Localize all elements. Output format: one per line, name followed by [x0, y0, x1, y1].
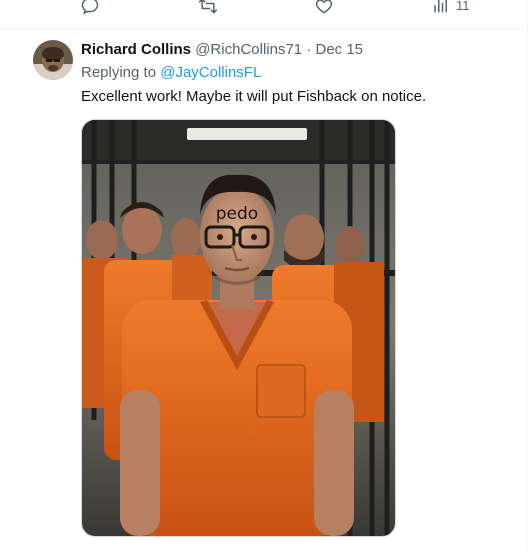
reply-icon — [80, 0, 100, 16]
views-count: 11 — [456, 0, 470, 13]
repost-icon — [197, 0, 219, 16]
like-icon — [314, 0, 334, 16]
repost-button[interactable] — [197, 0, 219, 16]
post-text: Excellent work! Maybe it will put Fishba… — [81, 88, 427, 105]
post-image[interactable]: pedo — [81, 119, 396, 537]
views-button[interactable]: 11 — [432, 0, 470, 14]
post-divider — [0, 28, 527, 29]
reply-button[interactable] — [80, 0, 100, 16]
timeline-column: 11 Richard Collins @RichCollins71 · Dec … — [0, 0, 528, 551]
post-header: Richard Collins @RichCollins71 · Dec 15 — [81, 41, 363, 59]
replying-to: Replying to @JayCollinsFL — [81, 64, 261, 82]
user-handle[interactable]: @RichCollins71 — [195, 41, 302, 58]
like-button[interactable] — [314, 0, 334, 16]
previous-post-action-bar: 11 — [0, 0, 528, 28]
display-name[interactable]: Richard Collins — [81, 41, 191, 58]
avatar[interactable] — [33, 40, 73, 80]
replying-to-label: Replying to — [81, 64, 157, 81]
replying-to-mention[interactable]: @JayCollinsFL — [160, 64, 261, 81]
views-icon — [432, 0, 450, 14]
forehead-text: pedo — [216, 204, 258, 224]
post-date[interactable]: Dec 15 — [315, 41, 363, 58]
separator-dot: · — [306, 41, 312, 58]
